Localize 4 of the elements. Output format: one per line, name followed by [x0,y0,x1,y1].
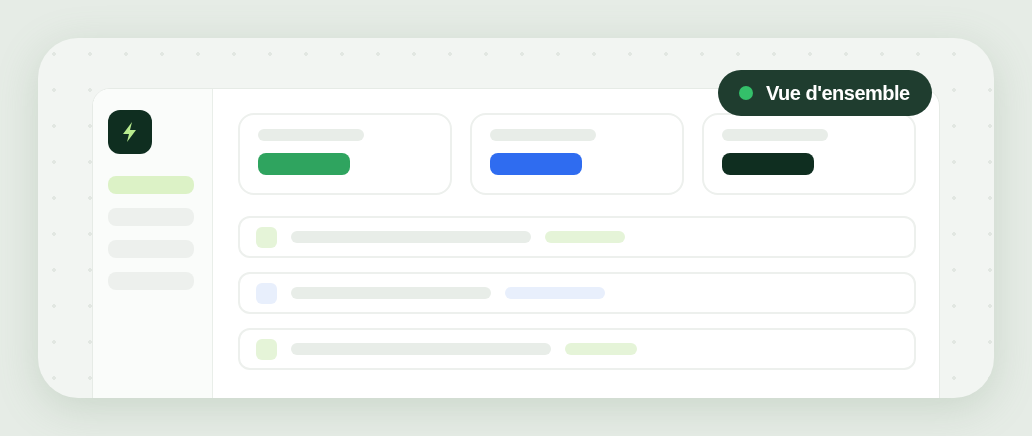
tag-bar [565,343,637,355]
badge-label: Vue d'ensemble [766,81,910,106]
sidebar-item[interactable] [108,176,194,194]
logo-icon [108,110,152,154]
